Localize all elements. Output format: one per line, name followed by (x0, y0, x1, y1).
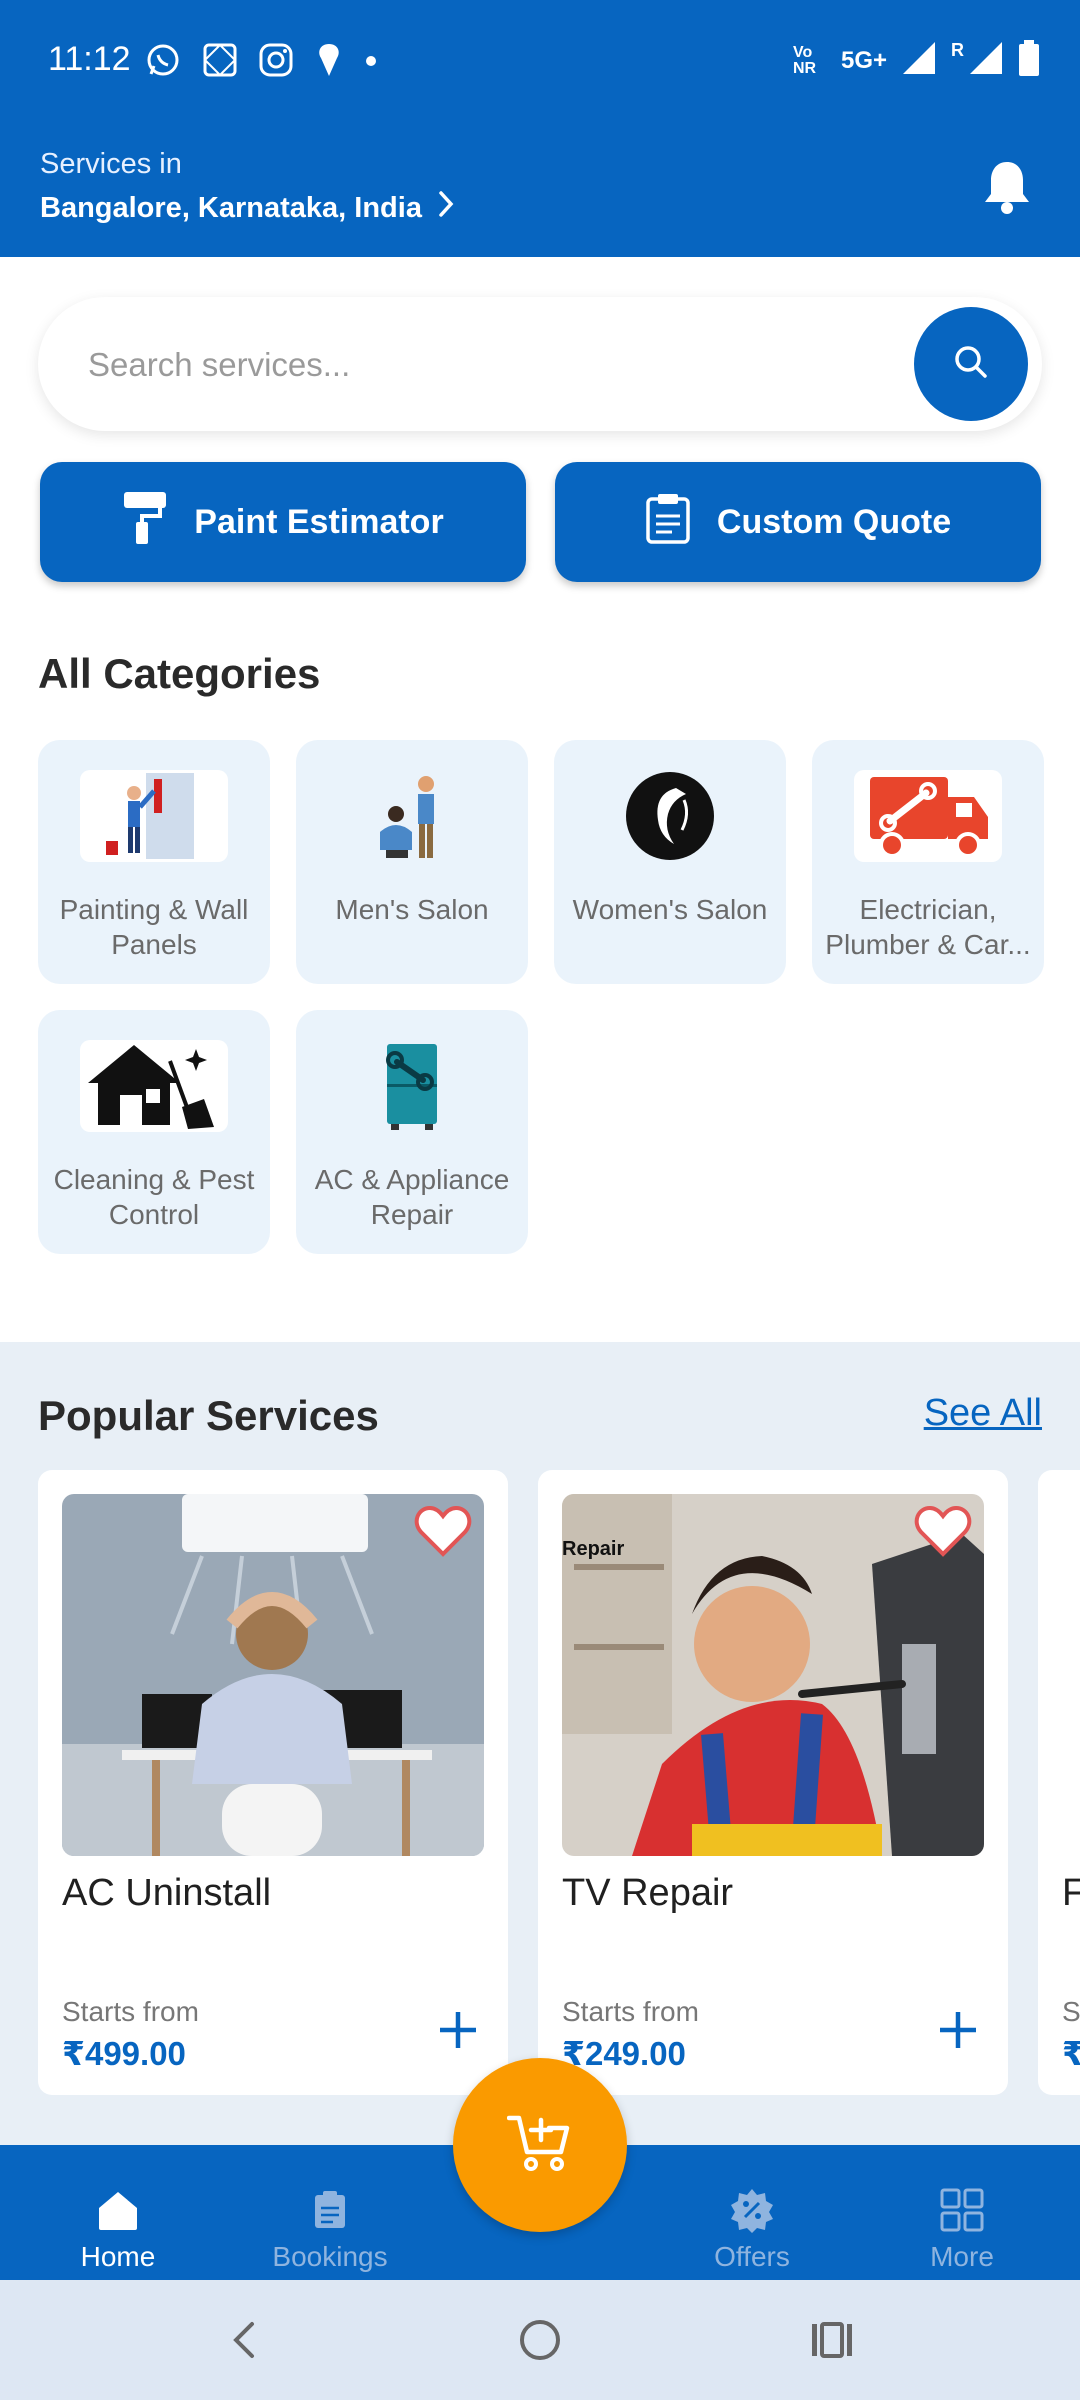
womens-salon-icon (596, 770, 744, 862)
nav-bookings[interactable]: Bookings (250, 2185, 410, 2273)
search-icon (951, 342, 991, 387)
search-bar (38, 297, 1042, 431)
service-card-ac-uninstall[interactable]: AC Uninstall Starts from ₹499.00 (38, 1470, 508, 2095)
custom-quote-label: Custom Quote (716, 502, 952, 541)
house-broom-icon (80, 1040, 228, 1132)
nav-offers[interactable]: Offers (672, 2185, 832, 2273)
ac-uninstall-image (62, 1494, 484, 1856)
see-all-link[interactable]: See All (924, 1392, 1042, 1435)
instagram-icon (259, 43, 293, 82)
service-name: F (1062, 1872, 1080, 1914)
service-starts-from: S (1062, 1996, 1080, 2027)
nav-home[interactable]: Home (38, 2185, 198, 2273)
clipboard-icon (250, 2185, 410, 2235)
system-navigation-bar (0, 2280, 1080, 2400)
search-button[interactable] (914, 307, 1028, 421)
service-card-partial[interactable]: F S ₹ (1038, 1470, 1080, 2095)
home-icon (38, 2185, 198, 2235)
category-painting[interactable]: Painting & Wall Panels (38, 740, 270, 984)
service-price: ₹499.00 (62, 2035, 186, 2072)
service-name: TV Repair (562, 1872, 734, 1914)
network-type: 5G+ (840, 46, 887, 74)
nav-label: More (930, 2241, 994, 2272)
status-notification-icons (145, 42, 377, 83)
service-card-tv-repair[interactable]: Repair TV Repair Starts from ₹249.00 (538, 1470, 1008, 2095)
recent-apps-icon[interactable] (810, 2310, 854, 2375)
volte-label: Vo NR (792, 43, 817, 77)
nav-more[interactable]: More (882, 2185, 1042, 2273)
status-system-icons: Vo NR 5G+ R (793, 40, 1040, 81)
nav-label: Offers (714, 2241, 790, 2272)
add-plus-icon[interactable] (438, 2010, 478, 2055)
nav-label: Home (80, 2241, 156, 2272)
app-header: 11:12 Vo NR 5G+ R Services in Bangalore,… (0, 0, 1080, 257)
signal-icon (901, 40, 937, 81)
category-womens-salon[interactable]: Women's Salon (554, 740, 786, 984)
clipboard-icon (645, 492, 691, 553)
swiggy-icon (315, 42, 343, 83)
search-input[interactable] (88, 337, 888, 393)
category-label: Electrician, Plumber & Car... (825, 894, 1031, 960)
location-selector[interactable]: Bangalore, Karnataka, India (40, 190, 454, 226)
chevron-right-icon (438, 190, 454, 226)
roaming-label: R (951, 40, 964, 60)
cart-add-icon (506, 2112, 573, 2179)
category-label: AC & Appliance Repair (314, 1164, 510, 1230)
tv-repair-image: Repair (562, 1494, 984, 1856)
custom-quote-button[interactable]: Custom Quote (555, 462, 1041, 582)
category-label: Men's Salon (335, 894, 489, 925)
paint-estimator-label: Paint Estimator (194, 502, 444, 541)
category-electrician[interactable]: Electrician, Plumber & Car... (812, 740, 1044, 984)
favorite-heart-icon[interactable] (414, 1504, 472, 1563)
category-ac-appliance[interactable]: AC & Appliance Repair (296, 1010, 528, 1254)
signal-roaming-icon (968, 40, 1004, 81)
notification-bell-icon[interactable] (982, 158, 1032, 219)
category-label: Cleaning & Pest Control (53, 1164, 255, 1230)
grid-icon (882, 2185, 1042, 2235)
service-starts-from: Starts from (562, 1996, 699, 2027)
category-label: Painting & Wall Panels (59, 894, 249, 960)
dot-icon (365, 54, 377, 72)
status-time: 11:12 (48, 40, 131, 78)
appliance-wrench-icon (338, 1040, 486, 1132)
repair-image-text: Repair (562, 1538, 625, 1560)
offers-badge-icon (672, 2185, 832, 2235)
location-label: Services in (40, 148, 182, 180)
painter-icon (80, 770, 228, 862)
mens-salon-icon (338, 770, 486, 862)
battery-icon (1018, 40, 1040, 81)
home-circle-icon[interactable] (518, 2310, 562, 2375)
favorite-heart-icon[interactable] (914, 1504, 972, 1563)
location-value: Bangalore, Karnataka, India (40, 191, 422, 224)
popular-services-title: Popular Services (38, 1392, 379, 1439)
service-name: AC Uninstall (62, 1872, 272, 1914)
paint-estimator-button[interactable]: Paint Estimator (40, 462, 526, 582)
add-plus-icon[interactable] (938, 2010, 978, 2055)
category-mens-salon[interactable]: Men's Salon (296, 740, 528, 984)
cart-button[interactable] (453, 2058, 627, 2232)
category-label: Women's Salon (572, 894, 768, 925)
service-starts-from: Starts from (62, 1996, 199, 2027)
nav-label: Bookings (272, 2241, 388, 2272)
gallery-icon (203, 43, 237, 82)
paint-roller-icon (122, 490, 168, 555)
category-cleaning[interactable]: Cleaning & Pest Control (38, 1010, 270, 1254)
service-price: ₹ (1062, 2035, 1080, 2072)
repair-truck-icon (854, 770, 1002, 862)
back-icon[interactable] (228, 2310, 258, 2375)
whatsapp-icon (145, 42, 181, 83)
categories-title: All Categories (38, 650, 321, 697)
